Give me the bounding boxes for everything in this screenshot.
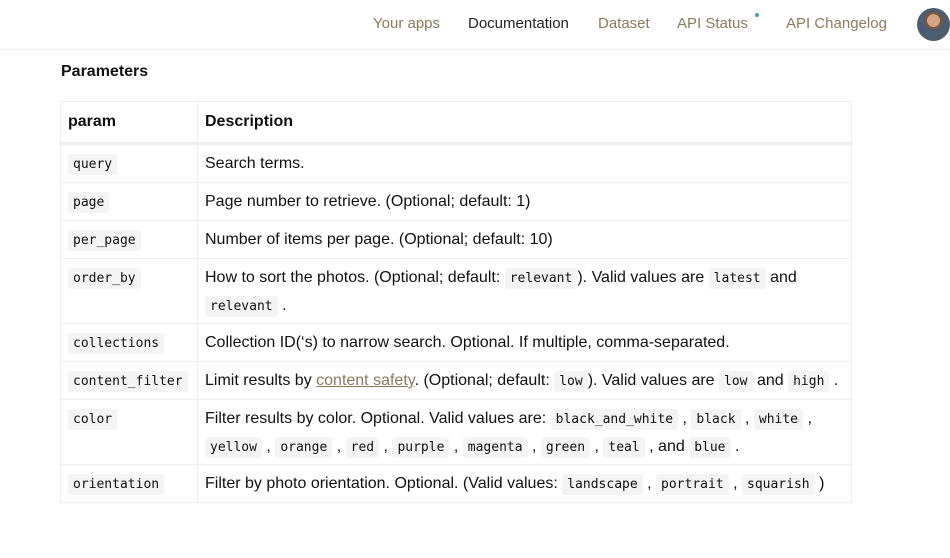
description-text: ) <box>814 475 825 492</box>
value-code: purple <box>392 437 450 458</box>
description-cell: Collection ID(‘s) to narrow search. Opti… <box>197 323 852 362</box>
description-text: , <box>740 410 754 427</box>
description-text: , <box>642 475 657 492</box>
description-text: How to sort the photos. (Optional; defau… <box>205 269 505 286</box>
section-title: Parameters <box>61 63 149 80</box>
value-code: white <box>753 409 804 430</box>
value-code: high <box>788 371 830 392</box>
description-text: ). Valid values are <box>577 269 709 286</box>
value-code: yellow <box>205 437 262 458</box>
value-code: low <box>719 371 753 392</box>
nav-api-changelog[interactable]: API Changelog <box>786 15 887 33</box>
nav-documentation[interactable]: Documentation <box>468 15 569 33</box>
description-text: Filter results by color. Optional. Valid… <box>205 410 551 427</box>
table-row: query Search terms. <box>60 143 852 183</box>
value-code: black_and_white <box>550 409 679 430</box>
param-code: page <box>68 192 110 213</box>
nav-dataset[interactable]: Dataset <box>598 15 650 33</box>
value-code: magenta <box>462 437 528 458</box>
param-code: color <box>68 409 118 430</box>
description-cell: Search terms. <box>197 143 852 183</box>
value-code: low <box>554 371 588 392</box>
description-text: Collection ID(‘s) to narrow search. Opti… <box>205 334 730 351</box>
value-code: teal <box>603 437 645 458</box>
table-row: order_by How to sort the photos. (Option… <box>60 258 852 324</box>
description-cell: How to sort the photos. (Optional; defau… <box>197 258 852 324</box>
avatar[interactable] <box>917 8 950 41</box>
description-text: , <box>728 475 742 492</box>
description-text: Filter by photo orientation. Optional. (… <box>205 475 563 492</box>
table-row: orientation Filter by photo orientation.… <box>60 464 852 503</box>
description-cell: Number of items per page. (Optional; def… <box>197 220 852 259</box>
param-cell: query <box>60 143 198 183</box>
param-code: orientation <box>68 474 165 495</box>
value-code: latest <box>708 268 766 289</box>
parameters-table: param Description query Search terms. pa… <box>60 101 852 503</box>
param-code: per_page <box>68 230 141 251</box>
description-text: . <box>277 297 287 314</box>
description-text: Page number to retrieve. (Optional; defa… <box>205 193 531 210</box>
description-text: , <box>527 438 541 455</box>
description-text: . <box>829 372 839 389</box>
description-text: and <box>752 372 789 389</box>
description-text: . <box>730 438 740 455</box>
description-text: ). Valid values are <box>587 372 720 389</box>
description-cell: Page number to retrieve. (Optional; defa… <box>197 182 852 221</box>
value-code: relevant <box>205 296 278 317</box>
description-text: . (Optional; default: <box>414 372 555 389</box>
param-cell: content_filter <box>60 361 198 400</box>
table-row: content_filter Limit results by content … <box>60 361 852 400</box>
column-header-description: Description <box>197 101 852 144</box>
description-cell: Limit results by content safety. (Option… <box>197 361 852 400</box>
param-cell: color <box>60 399 198 465</box>
description-text: and <box>765 269 797 286</box>
param-cell: page <box>60 182 198 221</box>
description-text: , <box>678 410 692 427</box>
table-header-row: param Description <box>60 101 852 144</box>
description-text: , <box>261 438 276 455</box>
param-cell: orientation <box>60 464 198 503</box>
table-row: per_page Number of items per page. (Opti… <box>60 220 852 259</box>
value-code: squarish <box>742 474 815 495</box>
description-text: , <box>379 438 393 455</box>
param-code: query <box>68 154 118 175</box>
value-code: green <box>540 437 591 458</box>
param-cell: order_by <box>60 258 198 324</box>
value-code: relevant <box>504 268 578 289</box>
content-safety-link[interactable]: content safety <box>316 372 414 389</box>
top-navigation: Your apps Documentation Dataset API Stat… <box>0 0 950 50</box>
description-text: Search terms. <box>205 155 305 172</box>
value-code: black <box>691 409 741 430</box>
column-header-param: param <box>60 101 198 144</box>
description-text: , <box>332 438 346 455</box>
description-text: , <box>590 438 604 455</box>
param-code: order_by <box>68 268 141 289</box>
value-code: orange <box>275 437 333 458</box>
value-code: portrait <box>656 474 729 495</box>
table-row: color Filter results by color. Optional.… <box>60 399 852 465</box>
value-code: landscape <box>562 474 643 495</box>
param-code: collections <box>68 333 165 354</box>
table-row: page Page number to retrieve. (Optional;… <box>60 182 852 221</box>
table-row: collections Collection ID(‘s) to narrow … <box>60 323 852 362</box>
description-cell: Filter by photo orientation. Optional. (… <box>197 464 852 503</box>
nav-your-apps[interactable]: Your apps <box>373 15 440 33</box>
value-code: blue <box>689 437 731 458</box>
param-cell: collections <box>60 323 198 362</box>
description-text: , and <box>644 438 690 455</box>
description-text: , <box>449 438 463 455</box>
description-text: Limit results by <box>205 372 317 389</box>
value-code: red <box>345 437 380 458</box>
description-text: , <box>803 410 812 427</box>
nav-api-status[interactable]: API Status <box>677 15 748 33</box>
description-cell: Filter results by color. Optional. Valid… <box>197 399 852 465</box>
param-cell: per_page <box>60 220 198 259</box>
description-text: Number of items per page. (Optional; def… <box>205 231 553 248</box>
param-code: content_filter <box>68 371 188 392</box>
status-indicator-icon <box>755 13 759 17</box>
